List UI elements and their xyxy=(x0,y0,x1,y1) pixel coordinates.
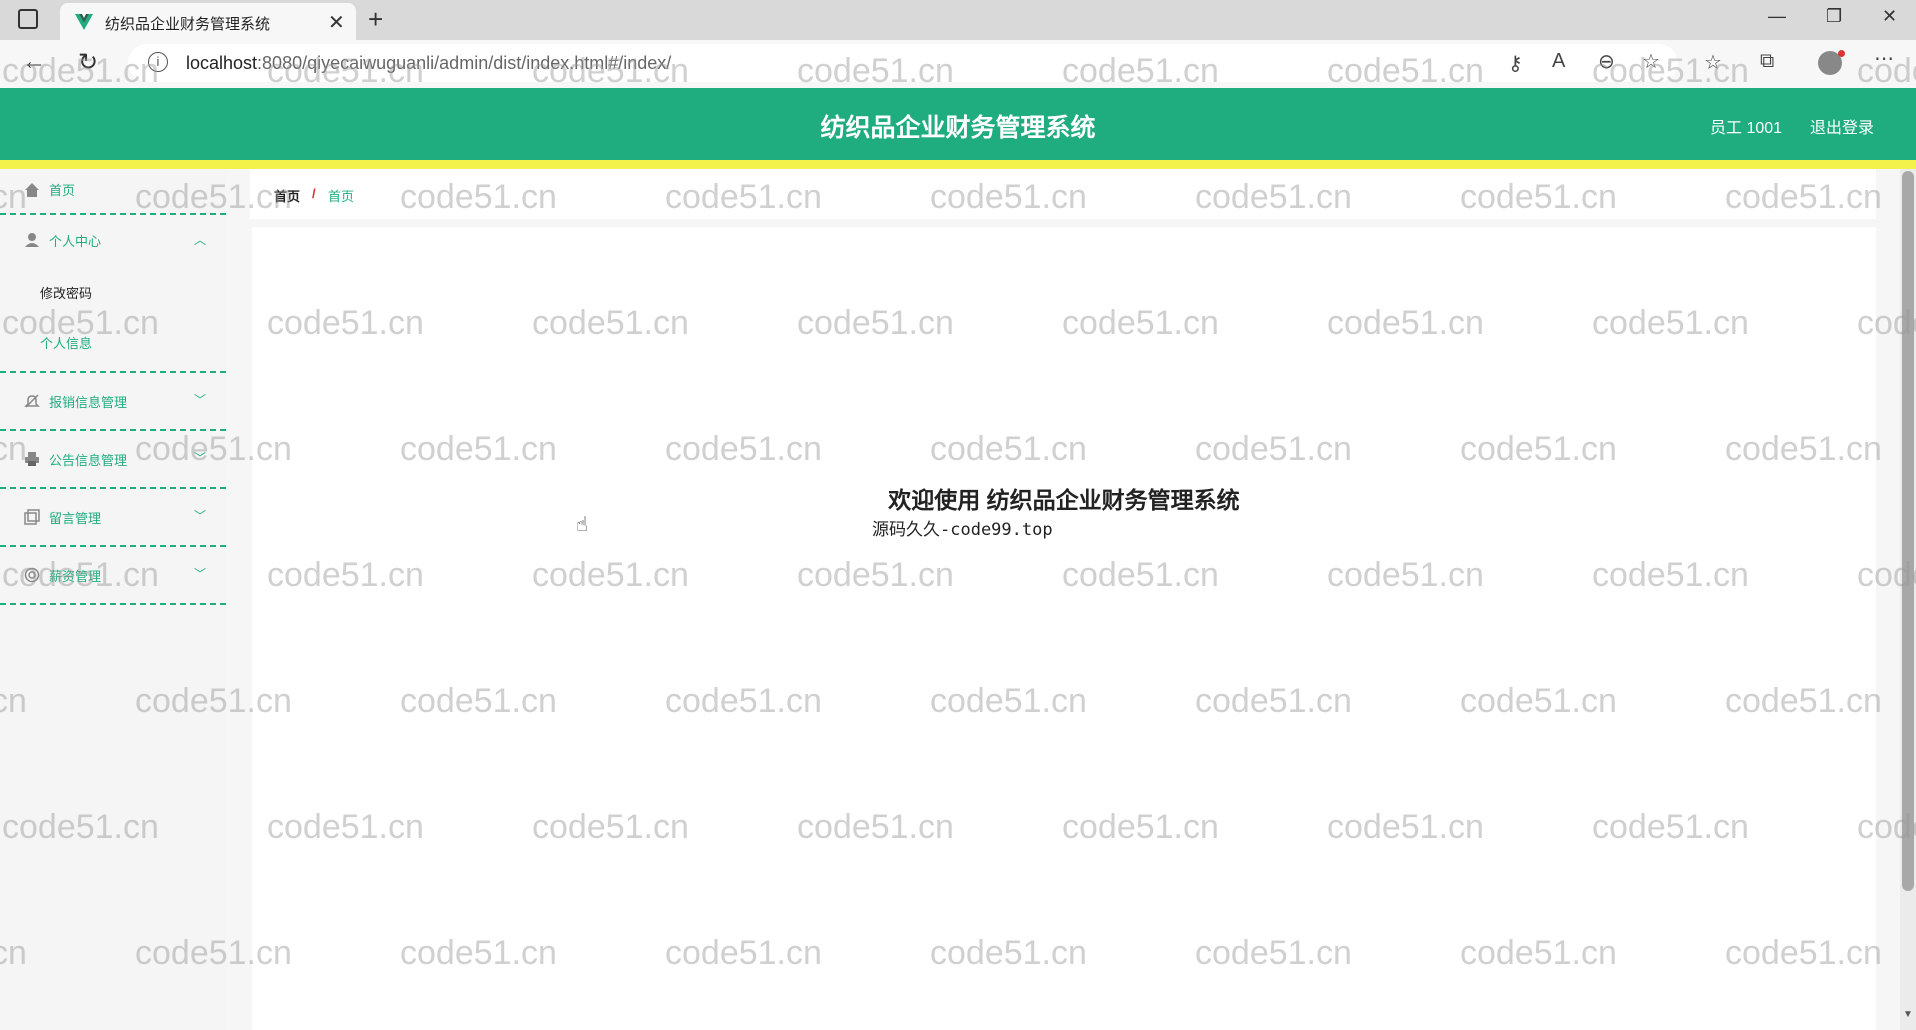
tab-actions-icon[interactable] xyxy=(18,9,38,29)
profile-notification-dot xyxy=(1838,50,1845,57)
address-bar: ← ↻ i localhost:8080/qiyecaiwuguanli/adm… xyxy=(0,40,1916,88)
browser-tab[interactable]: 纺织品企业财务管理系统 ✕ xyxy=(60,3,356,40)
header-stripe xyxy=(0,160,1916,169)
menu-announcement[interactable]: 公告信息管理 ﹀ xyxy=(0,431,226,489)
sidebar: 首页 个人中心 ︿ 修改密码 个人信息 报销信息管理 ﹀ 公告信息管理 ﹀ 留言… xyxy=(0,169,226,1030)
new-tab-icon[interactable]: + xyxy=(368,4,383,35)
more-icon[interactable]: ⋯ xyxy=(1874,46,1894,71)
chevron-up-icon: ︿ xyxy=(194,233,207,247)
chevron-down-icon: ﹀ xyxy=(194,393,207,407)
source-text: 源码久久-code99.top xyxy=(872,520,1053,540)
app-header: 纺织品企业财务管理系统 员工 1001 退出登录 xyxy=(0,88,1916,160)
url-field[interactable]: i localhost:8080/qiyecaiwuguanli/admin/d… xyxy=(128,44,1678,82)
bell-off-icon xyxy=(24,394,40,408)
menu-messages[interactable]: 留言管理 ﹀ xyxy=(0,489,226,547)
menu-home-label: 首页 xyxy=(49,183,76,198)
chevron-down-icon: ﹀ xyxy=(194,451,207,465)
current-user: 员工 1001 xyxy=(1710,120,1783,137)
menu-home[interactable]: 首页 xyxy=(0,169,226,215)
scroll-down-icon[interactable]: ▼ xyxy=(1903,1009,1913,1020)
hand-cursor-icon: ☝ xyxy=(576,514,589,536)
tab-title: 纺织品企业财务管理系统 xyxy=(105,16,271,33)
menu-reimbursement-label: 报销信息管理 xyxy=(49,395,128,410)
breadcrumb-separator: / xyxy=(312,186,316,201)
close-window-icon[interactable]: ✕ xyxy=(1882,6,1897,27)
key-icon[interactable]: ⚷ xyxy=(1508,51,1523,76)
system-title: 纺织品企业财务管理系统 xyxy=(820,114,1096,142)
restore-icon[interactable]: ❐ xyxy=(1826,6,1842,27)
favorite-icon[interactable]: ☆ xyxy=(1642,49,1660,74)
back-icon[interactable]: ← xyxy=(22,48,46,76)
submenu-change-password[interactable]: 修改密码 xyxy=(40,283,92,302)
scrollbar-thumb[interactable] xyxy=(1902,171,1914,891)
page-scrollbar[interactable]: ▼ xyxy=(1900,169,1916,1030)
menu-personal-center-label: 个人中心 xyxy=(49,234,102,249)
breadcrumb: 首页 / 首页 xyxy=(250,169,1876,219)
home-icon xyxy=(25,183,39,197)
printer-icon xyxy=(25,452,39,466)
close-tab-icon[interactable]: ✕ xyxy=(328,10,345,35)
menu-salary[interactable]: 薪资管理 ﹀ xyxy=(0,547,226,605)
chevron-down-icon: ﹀ xyxy=(194,567,207,581)
zoom-out-icon[interactable]: ⊖ xyxy=(1598,49,1615,74)
breadcrumb-root[interactable]: 首页 xyxy=(274,186,300,205)
breadcrumb-current: 首页 xyxy=(328,189,355,204)
coin-icon xyxy=(24,567,40,583)
url-text: localhost:8080/qiyecaiwuguanli/admin/dis… xyxy=(186,53,672,73)
menu-announcement-label: 公告信息管理 xyxy=(49,453,128,468)
submenu-personal-info[interactable]: 个人信息 xyxy=(40,333,92,352)
menu-messages-label: 留言管理 xyxy=(49,511,102,526)
copy-icon xyxy=(24,509,40,525)
collections-icon[interactable]: ⧉ xyxy=(1760,50,1774,73)
user-icon xyxy=(25,233,39,247)
favorites-list-icon[interactable]: ☆ xyxy=(1704,50,1722,75)
browser-tab-bar: 纺织品企业财务管理系统 ✕ + — ❐ ✕ xyxy=(0,0,1916,40)
info-icon[interactable]: i xyxy=(148,52,168,72)
minimize-icon[interactable]: — xyxy=(1768,6,1786,27)
refresh-icon[interactable]: ↻ xyxy=(78,48,98,77)
chevron-down-icon: ﹀ xyxy=(194,509,207,523)
menu-salary-label: 薪资管理 xyxy=(49,569,102,584)
menu-personal-center[interactable]: 个人中心 ︿ 修改密码 个人信息 xyxy=(0,215,226,373)
menu-reimbursement[interactable]: 报销信息管理 ﹀ xyxy=(0,373,226,431)
vue-logo-icon xyxy=(75,14,93,30)
logout-button[interactable]: 退出登录 xyxy=(1810,114,1874,138)
read-aloud-icon[interactable]: A xyxy=(1552,50,1565,73)
welcome-text: 欢迎使用 纺织品企业财务管理系统 xyxy=(888,487,1240,513)
main-content: 欢迎使用 纺织品企业财务管理系统 源码久久-code99.top xyxy=(252,227,1876,1030)
